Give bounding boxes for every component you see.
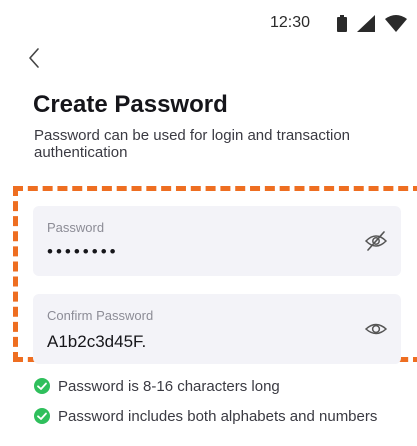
password-field[interactable]: Password ••••••••	[33, 206, 401, 276]
status-icons	[337, 15, 407, 32]
check-circle-icon	[34, 378, 50, 394]
confirm-password-field[interactable]: Confirm Password A1b2c3d45F.	[33, 294, 401, 364]
eye-off-icon	[364, 231, 388, 251]
password-input[interactable]: ••••••••	[47, 242, 347, 262]
page-subtitle: Password can be used for login and trans…	[34, 127, 351, 161]
signal-icon	[357, 15, 375, 32]
rule-item: Password is 8-16 characters long	[34, 374, 377, 398]
confirm-password-visibility-toggle[interactable]	[363, 316, 389, 342]
status-bar: 12:30	[0, 0, 417, 48]
page-title: Create Password	[33, 91, 228, 118]
back-button[interactable]	[28, 44, 52, 72]
battery-icon	[337, 15, 347, 32]
eye-icon	[364, 323, 388, 335]
wifi-icon	[385, 15, 407, 32]
rule-text: Password includes both alphabets and num…	[58, 407, 378, 425]
password-visibility-toggle[interactable]	[363, 228, 389, 254]
password-label: Password	[47, 220, 105, 235]
confirm-password-input[interactable]: A1b2c3d45F.	[47, 332, 347, 352]
status-time: 12:30	[269, 14, 310, 31]
confirm-password-label: Confirm Password	[47, 308, 154, 323]
rule-item: Password includes both alphabets and num…	[34, 404, 377, 428]
chevron-left-icon	[29, 48, 39, 68]
password-rules: Password is 8-16 characters long Passwor…	[34, 374, 377, 434]
check-circle-icon	[34, 408, 50, 424]
rule-text: Password is 8-16 characters long	[58, 377, 280, 395]
